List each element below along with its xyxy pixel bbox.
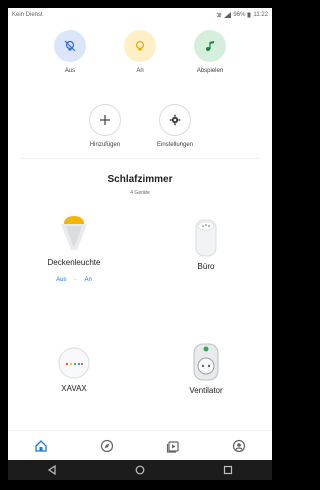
music-note-icon — [194, 30, 226, 62]
smart-plug-icon — [193, 343, 219, 381]
play-button[interactable]: Abspielen — [175, 30, 245, 74]
device-name: Deckenleuchte — [47, 258, 101, 267]
media-icon[interactable] — [166, 439, 180, 453]
plus-icon — [89, 104, 121, 136]
status-bar: Kein Dienst 96% 11:22 — [8, 8, 272, 22]
room-title: Schlafzimmer — [107, 174, 173, 185]
lightbulb-off-icon — [54, 30, 86, 62]
section-divider — [20, 158, 260, 159]
carrier-label: Kein Dienst — [12, 12, 43, 18]
light-controls: Aus - An — [56, 277, 92, 283]
device-tile-xavax[interactable]: XAVAX — [8, 346, 140, 393]
quick-actions-row: Aus An Abspielen — [8, 30, 272, 74]
add-button[interactable]: Hinzufügen — [70, 104, 140, 148]
home-circle-icon[interactable] — [135, 465, 145, 475]
secondary-actions-row: Hinzufügen Einstellungen — [8, 104, 272, 148]
device-tile-buero[interactable]: Büro — [140, 218, 272, 271]
account-icon[interactable] — [232, 439, 246, 453]
time-label: 11:22 — [253, 12, 268, 18]
bottom-navigation — [8, 430, 272, 460]
gear-icon — [159, 104, 191, 136]
device-tile-ceiling-light[interactable]: Deckenleuchte Aus - An — [8, 214, 140, 283]
device-name: Büro — [197, 262, 215, 271]
smart-plug-icon — [58, 347, 90, 379]
explore-icon[interactable] — [100, 439, 114, 453]
system-navigation-bar — [8, 460, 272, 480]
signal-icon — [224, 12, 232, 18]
settings-label: Einstellungen — [156, 142, 194, 148]
settings-button[interactable]: Einstellungen — [140, 104, 210, 148]
back-icon[interactable] — [47, 465, 57, 475]
device-name: XAVAX — [61, 384, 87, 393]
device-tile-ventilator[interactable]: Ventilator — [140, 342, 272, 395]
device-name: Ventilator — [189, 386, 223, 395]
lights-off-button[interactable]: Aus — [35, 30, 105, 74]
light-on-link[interactable]: An — [85, 277, 92, 283]
play-label: Abspielen — [196, 68, 224, 74]
light-off-link[interactable]: Aus — [56, 277, 66, 283]
lightbulb-icon — [124, 30, 156, 62]
lights-on-label: An — [136, 68, 144, 74]
home-icon[interactable] — [34, 439, 48, 453]
bluetooth-icon — [217, 12, 222, 18]
lights-on-button[interactable]: An — [105, 30, 175, 74]
battery-label: 96% — [233, 12, 246, 18]
app-screen: Kein Dienst 96% 11:22 Aus An Abspielen H… — [8, 8, 272, 480]
battery-icon — [247, 12, 251, 18]
lights-off-label: Aus — [64, 68, 76, 74]
ceiling-light-icon — [61, 216, 87, 250]
recents-icon[interactable] — [223, 465, 233, 475]
smart-speaker-icon — [195, 219, 217, 257]
control-separator: - — [74, 277, 77, 283]
add-label: Hinzufügen — [89, 142, 121, 148]
status-right: 96% 11:22 — [216, 12, 268, 18]
room-device-count: 4 Geräte — [130, 190, 150, 196]
